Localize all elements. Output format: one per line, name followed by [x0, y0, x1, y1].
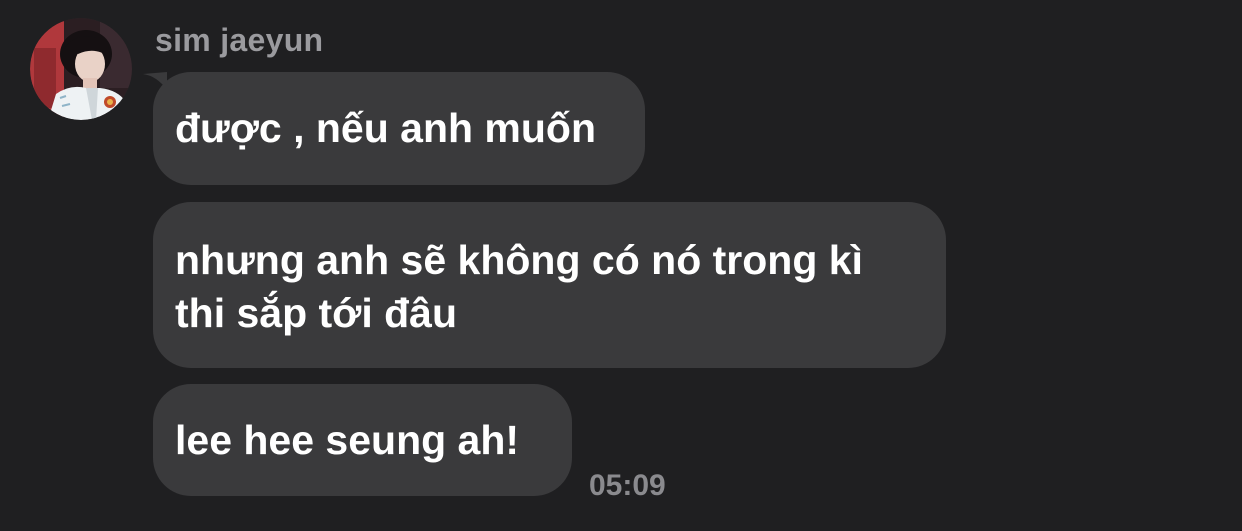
bubble-tail-icon [143, 72, 167, 90]
message-bubble[interactable]: được , nếu anh muốn [143, 72, 645, 185]
message-bubble[interactable]: lee hee seung ah! [153, 384, 572, 496]
message-bubble[interactable]: nhưng anh sẽ không có nó trong kì thi sắ… [153, 202, 946, 368]
sender-name: sim jaeyun [155, 22, 324, 58]
message-text: thi sắp tới đâu [175, 290, 457, 336]
avatar[interactable] [30, 18, 132, 120]
message-text: nhưng anh sẽ không có nó trong kì [175, 237, 863, 283]
chat-thread: sim jaeyun được , nếu anh muốn nhưng anh… [0, 0, 1242, 531]
message-text: được , nếu anh muốn [175, 105, 597, 151]
avatar-photo-icon [30, 18, 132, 120]
message-text: lee hee seung ah! [175, 416, 520, 463]
message-timestamp: 05:09 [589, 469, 666, 502]
